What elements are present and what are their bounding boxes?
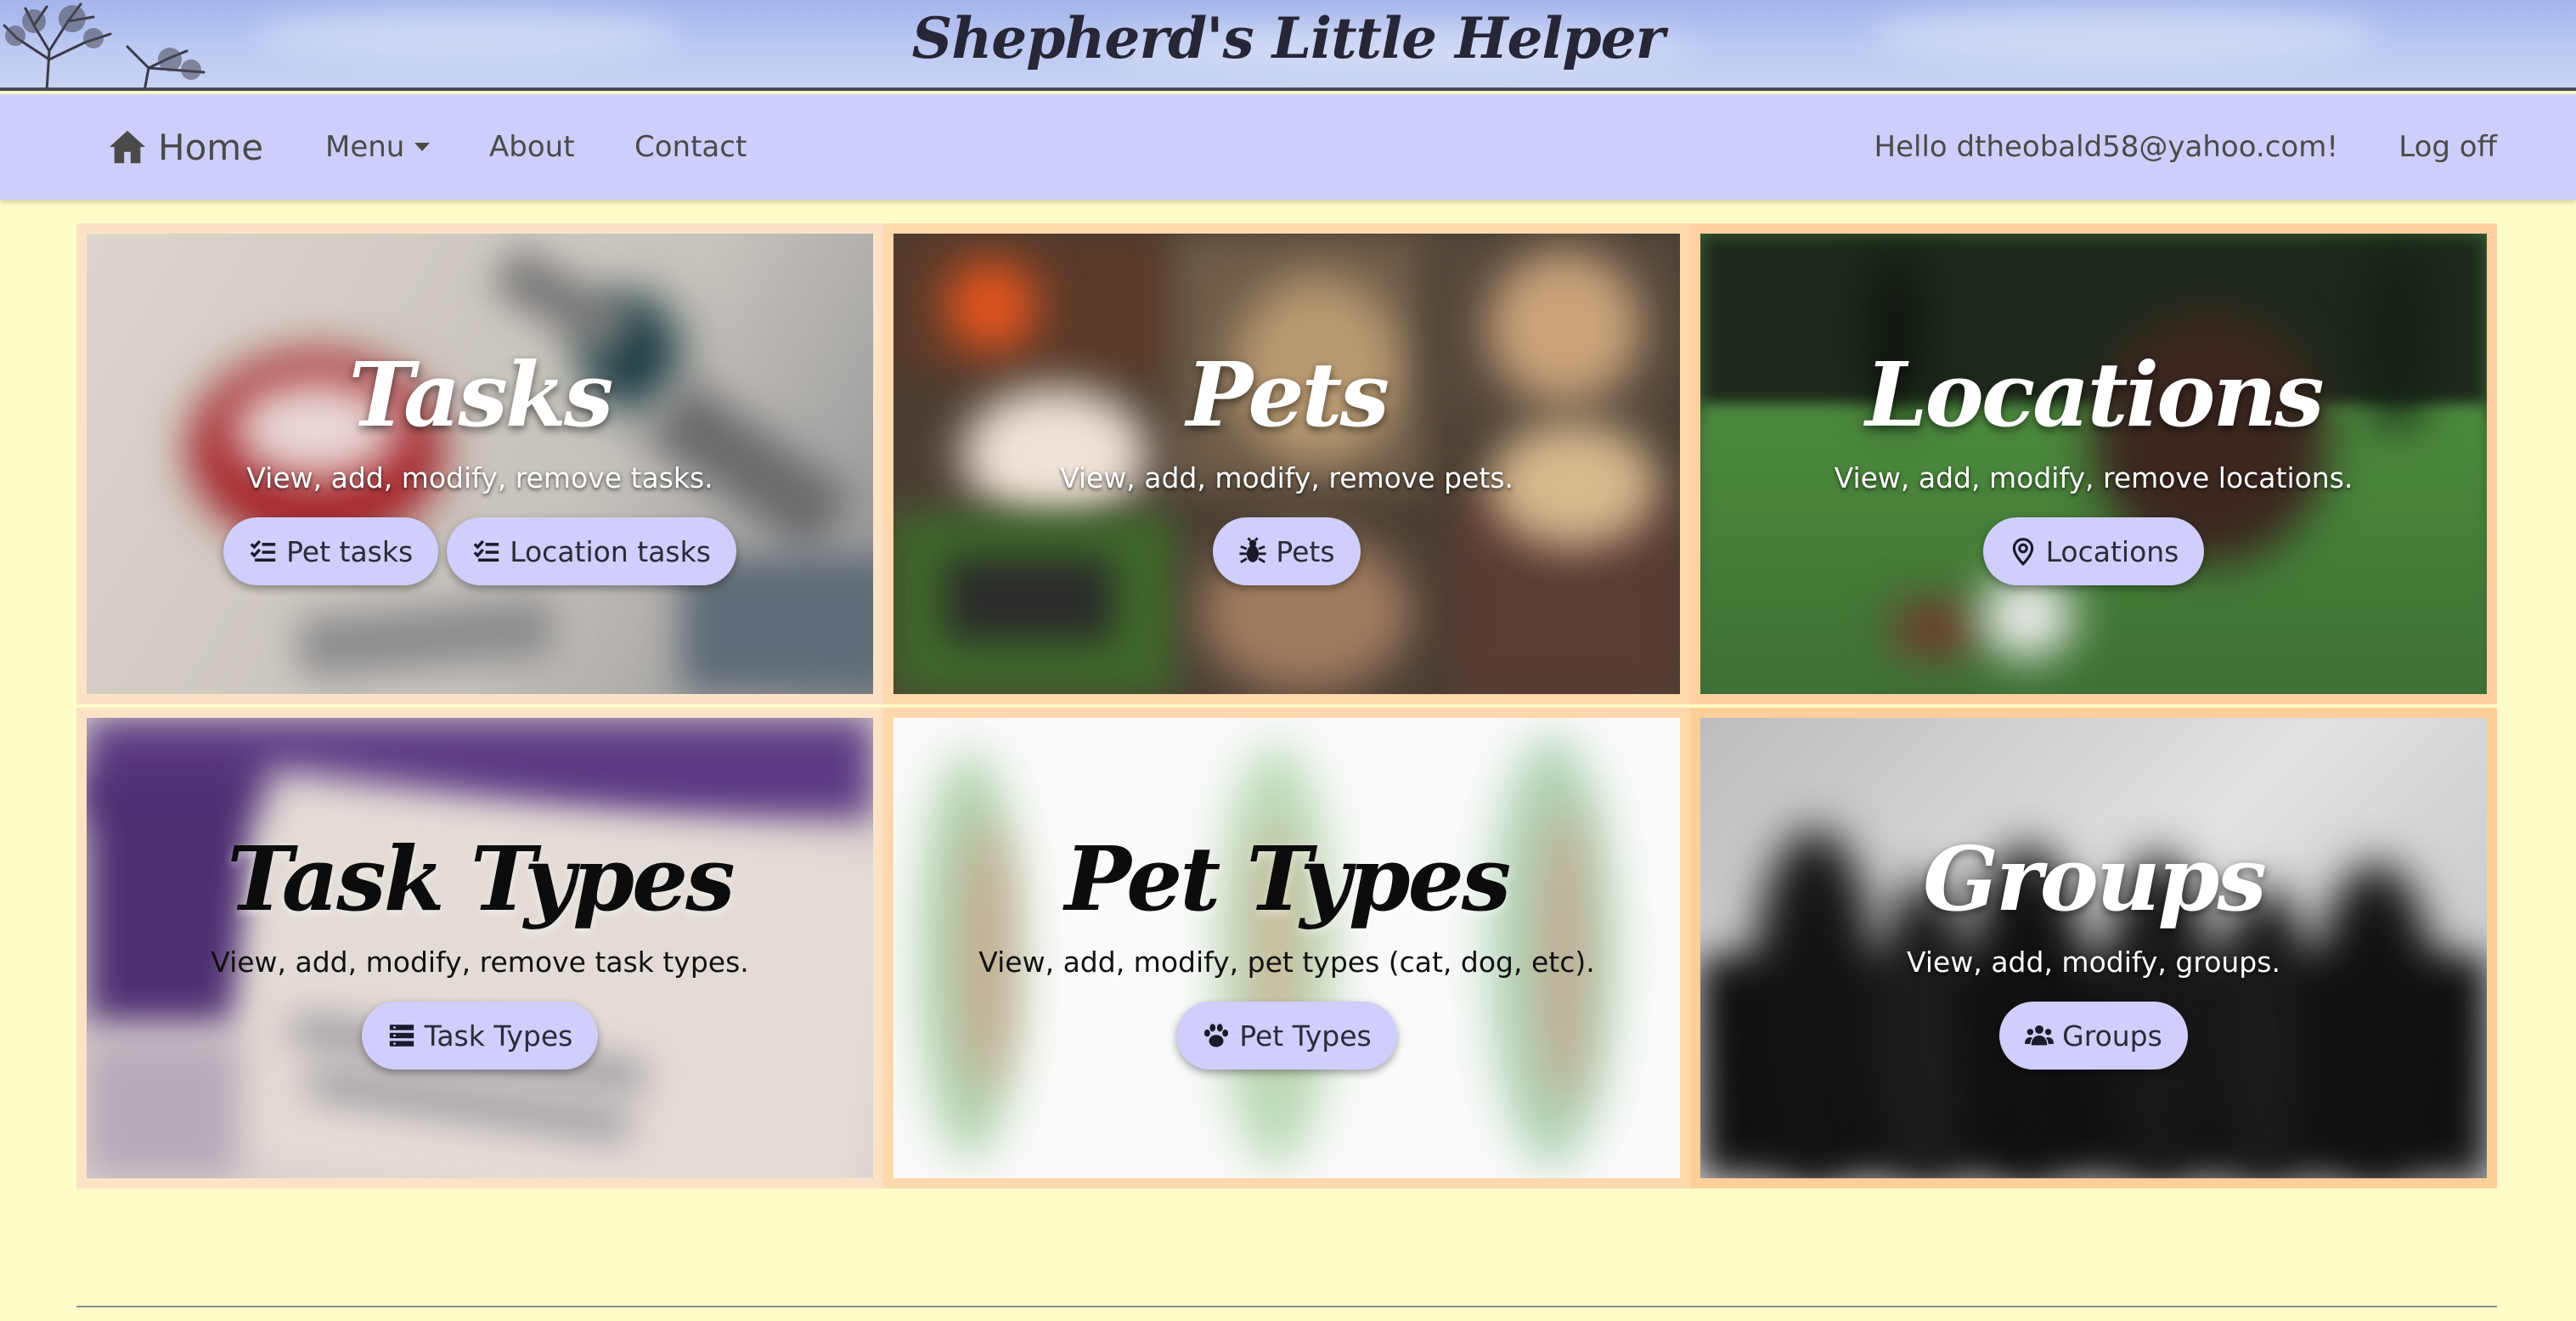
pet-tasks-label: Pet tasks: [286, 534, 414, 568]
nav-home-link[interactable]: Home: [107, 94, 263, 200]
tile-title-pets: Pets: [1186, 342, 1389, 447]
pet-types-button[interactable]: Pet Types: [1176, 1002, 1397, 1070]
tile-title-locations: Locations: [1865, 342, 2324, 447]
nav-menu-label: Menu: [325, 130, 405, 164]
paw-icon: [1204, 1024, 1229, 1047]
tile-desc-pet-types: View, add, modify, pet types (cat, dog, …: [978, 946, 1595, 979]
pets-button[interactable]: Pets: [1213, 517, 1361, 585]
checklist-icon: [250, 539, 276, 562]
nav-about-link[interactable]: About: [489, 94, 575, 200]
tile-groups: Groups View, add, modify, groups. Groups: [1690, 708, 2497, 1188]
caret-down-icon: [414, 143, 431, 151]
tile-tasks: Tasks View, add, modify, remove tasks. P…: [76, 223, 883, 704]
tile-desc-tasks: View, add, modify, remove tasks.: [246, 461, 713, 494]
tile-desc-task-types: View, add, modify, remove task types.: [211, 946, 749, 979]
top-navbar: Home Menu About Contact Hello dtheobald5…: [0, 94, 2576, 200]
tile-title-tasks: Tasks: [348, 342, 614, 447]
tile-desc-groups: View, add, modify, groups.: [1907, 946, 2280, 979]
nav-account-link[interactable]: Hello dtheobald58@yahoo.com!: [1874, 94, 2338, 200]
locations-button-label: Locations: [2045, 534, 2179, 568]
groups-button[interactable]: Groups: [1999, 1002, 2188, 1070]
checklist-icon: [473, 539, 499, 562]
tile-pets: Pets View, add, modify, remove pets. Pet…: [883, 223, 1690, 704]
location-tasks-label: Location tasks: [510, 534, 711, 568]
tile-desc-locations: View, add, modify, remove locations.: [1834, 461, 2353, 494]
list-icon: [389, 1025, 414, 1047]
groups-button-label: Groups: [2062, 1019, 2162, 1053]
nav-contact-link[interactable]: Contact: [634, 94, 747, 200]
tile-pet-types: Pet Types View, add, modify, pet types (…: [883, 708, 1690, 1188]
nav-logoff-link[interactable]: Log off: [2398, 94, 2497, 200]
footer-divider: [76, 1306, 2497, 1307]
task-types-button[interactable]: Task Types: [361, 1002, 599, 1070]
location-tasks-button[interactable]: Location tasks: [447, 517, 736, 585]
pet-tasks-button[interactable]: Pet tasks: [223, 517, 439, 585]
tile-locations: Locations View, add, modify, remove loca…: [1690, 223, 2497, 704]
nav-home-label: Home: [158, 126, 264, 168]
tile-desc-pets: View, add, modify, remove pets.: [1059, 461, 1514, 494]
task-types-button-label: Task Types: [424, 1019, 573, 1053]
pet-types-button-label: Pet Types: [1239, 1019, 1372, 1053]
bug-icon: [1239, 537, 1266, 563]
tile-title-groups: Groups: [1923, 827, 2267, 931]
site-title: Shepherd's Little Helper: [911, 5, 1666, 71]
map-pin-icon: [2012, 538, 2033, 566]
home-icon: [109, 130, 146, 164]
pets-button-label: Pets: [1276, 534, 1335, 568]
tile-title-task-types: Task Types: [227, 827, 735, 931]
users-icon: [2025, 1025, 2055, 1046]
feature-grid: Tasks View, add, modify, remove tasks. P…: [76, 223, 2497, 1188]
nav-menu-dropdown[interactable]: Menu: [325, 94, 431, 200]
locations-button[interactable]: Locations: [1982, 517, 2205, 585]
site-banner: Shepherd's Little Helper: [0, 0, 2576, 91]
tile-title-pet-types: Pet Types: [1064, 827, 1512, 931]
tile-task-types: Task Types View, add, modify, remove tas…: [76, 708, 883, 1188]
